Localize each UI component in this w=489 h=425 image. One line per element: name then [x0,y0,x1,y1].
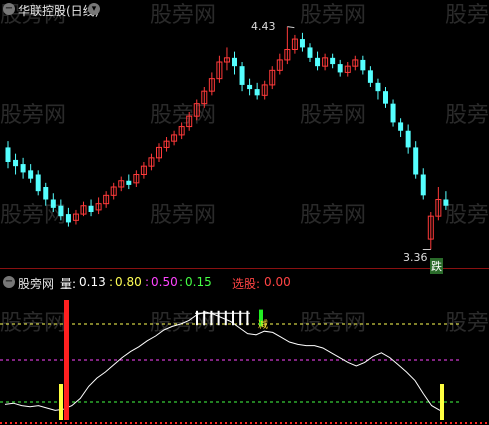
candle-body [5,147,11,162]
candle-body [35,174,41,192]
legend-value-2: 0.50 [151,275,178,289]
expand-icon[interactable]: − [3,3,15,15]
watermark-text: 股旁网 [150,3,216,28]
reduce-tag: 减 [258,320,268,331]
watermark-text: 股旁网 [300,203,366,228]
signal-value: 0.00 [264,275,291,289]
candle-body [126,180,132,185]
signal-bar [59,384,63,420]
candle-body [383,91,388,104]
candle-body [13,159,19,167]
stock-chart: 股旁网股旁网股旁网股旁网股旁网股旁网股旁网股旁网股旁网股旁网股旁网股旁网股旁网股… [0,3,489,424]
fall-tag: 跌 [430,258,443,274]
watermark-text: 股旁网 [445,3,489,28]
candle-body [337,64,343,73]
watermark-text: 股旁网 [445,203,489,228]
candle-body [405,130,411,148]
watermark-text: 股旁网 [0,103,66,128]
indicator-line [4,311,441,411]
watermark-text: 股旁网 [300,103,366,128]
indicator-name: 股旁网 [18,277,55,291]
candle-body [375,82,381,92]
legend-key-3: : [179,275,184,289]
legend-value-0: 0.13 [79,275,106,289]
candle-body [299,39,305,48]
candle-body [28,170,34,179]
candle-body [50,199,56,208]
chart-title: 华联控股(日线) [18,4,100,18]
legend-key-0: 量: [60,277,77,291]
signal-bar [64,300,69,420]
watermark-text: 股旁网 [300,3,366,28]
high-price-label: 4.43 [251,20,276,33]
watermark-text: 股旁网 [0,203,66,228]
candle-body [390,103,396,123]
watermark-text: 股旁网 [150,203,216,228]
candle-body [315,57,321,67]
signal-bar [440,384,444,420]
candle-body [247,84,253,90]
candle-body [43,187,49,200]
candle-body [239,66,245,85]
candle-body [65,214,71,223]
watermark-text: 股旁网 [445,103,489,128]
candle-body [443,199,449,206]
candle-body [420,174,426,196]
period-dropdown-icon[interactable]: ▾ [88,3,100,15]
indicator-panel [0,300,489,424]
low-price-label: 3.36 [403,251,428,264]
candle-body [307,47,313,58]
high-marker-line [287,26,295,29]
candle-body [20,164,26,173]
signal-label: 选股: [232,277,261,291]
legend-value-1: 0.80 [115,275,142,289]
candle-body [398,122,404,131]
candle-body [232,57,237,67]
expand-icon-bottom[interactable]: − [3,276,15,288]
candle-body [330,57,336,65]
candle-body [360,59,366,71]
legend-key-2: : [145,275,150,289]
candle-body [88,205,94,212]
candlesticks [5,26,449,250]
candle-body [367,70,373,83]
watermark-text: 股旁网 [150,103,216,128]
candle-body [413,147,419,175]
candle-body [58,205,64,217]
legend-value-3: 0.15 [185,275,212,289]
legend-key-1: : [109,275,114,289]
candle-body [254,89,260,96]
